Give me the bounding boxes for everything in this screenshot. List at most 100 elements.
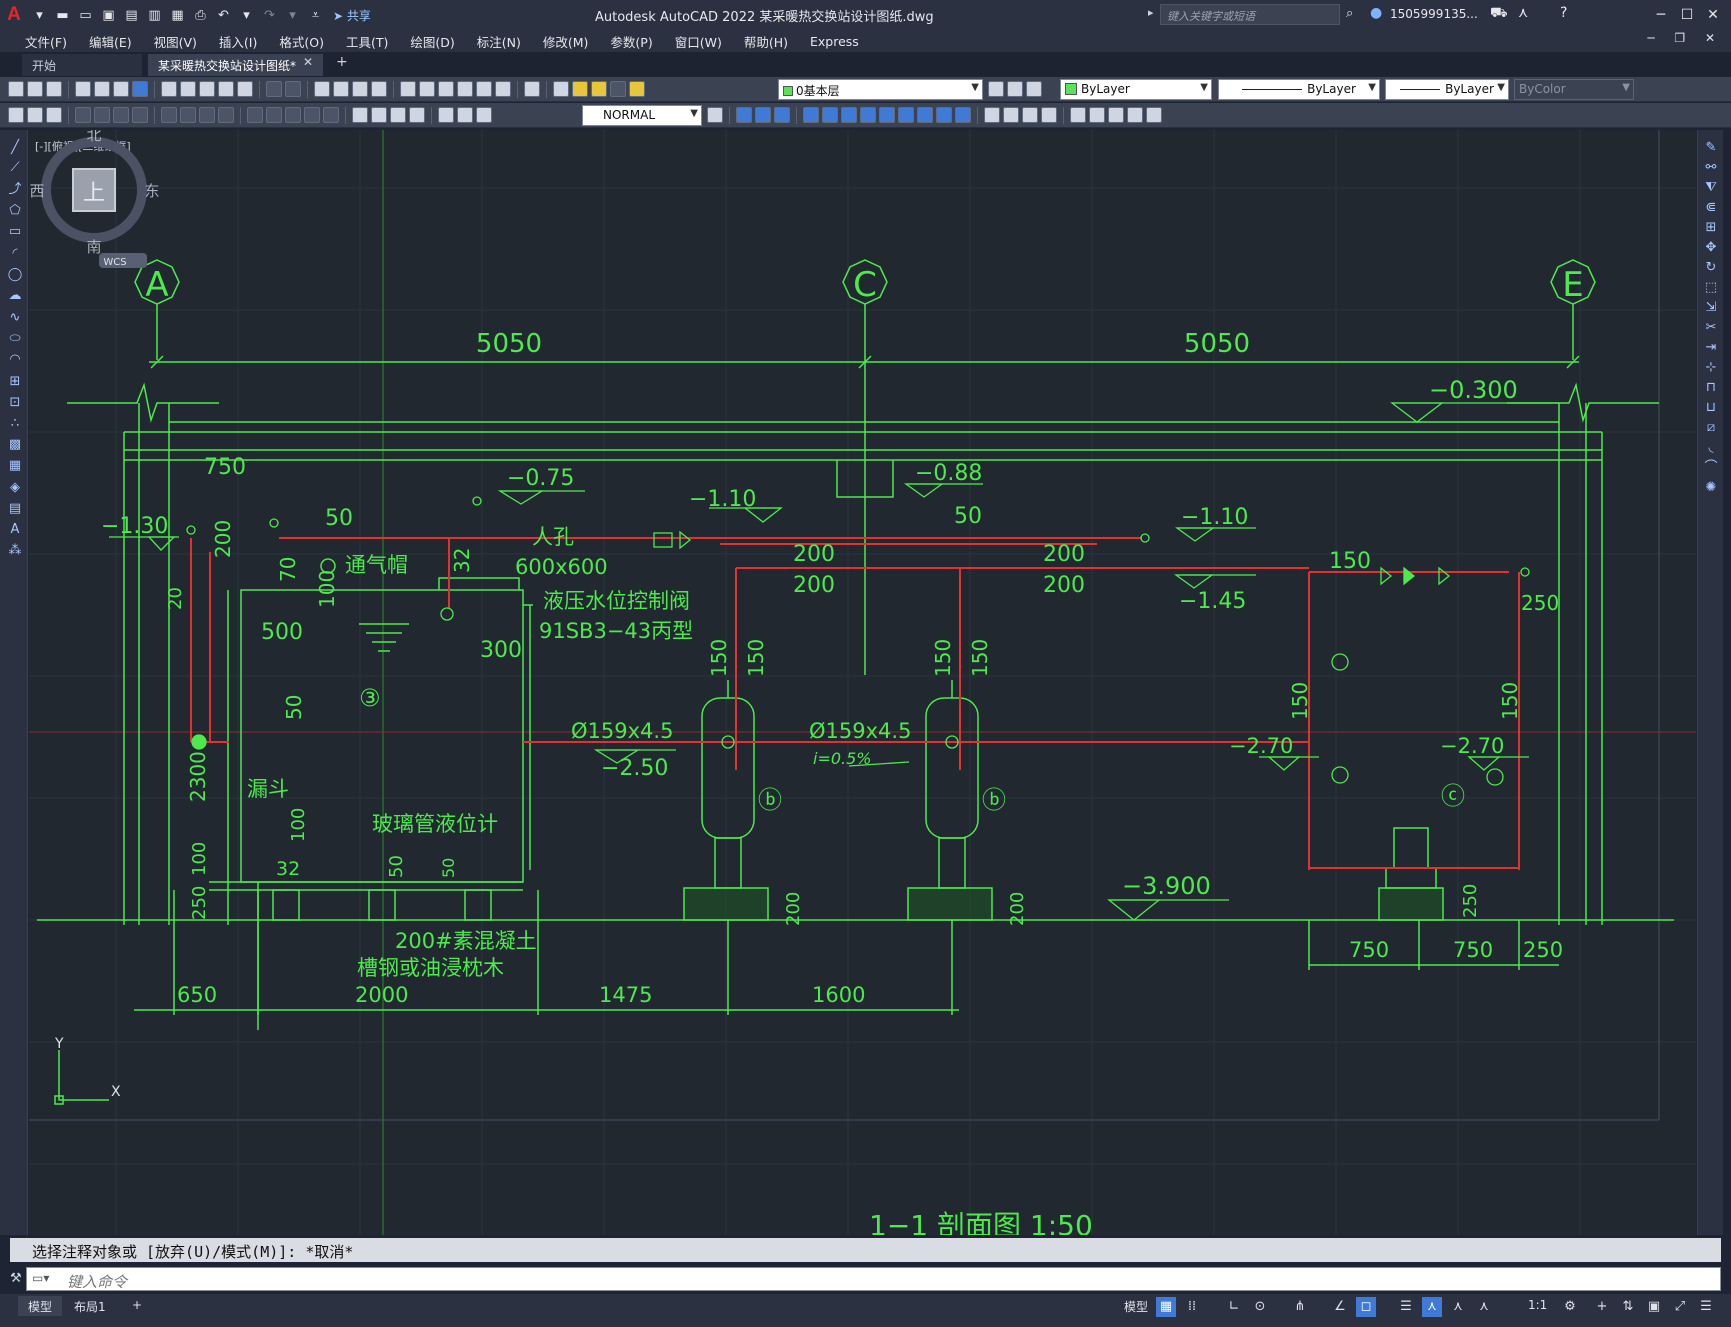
app-menu-dropdown-icon[interactable]: ▾ xyxy=(31,7,48,24)
tab-start[interactable]: 开始 xyxy=(22,54,142,76)
scale-icon[interactable] xyxy=(879,107,895,123)
search-input[interactable]: 键入关键字或短语 xyxy=(1160,4,1340,25)
close-tab-icon[interactable]: ✕ xyxy=(303,55,313,69)
customize-qat-icon[interactable]: ⩡ xyxy=(307,7,324,24)
customize-wrench-icon[interactable]: ⚒ xyxy=(10,1271,22,1286)
layer-select[interactable]: 0基本层 ▼ xyxy=(778,79,983,100)
undo-tool-icon[interactable] xyxy=(266,81,282,97)
menu-window[interactable]: 窗口(W) xyxy=(664,32,733,51)
image-icon[interactable] xyxy=(1127,107,1143,123)
export-icon[interactable]: ▦ xyxy=(169,7,186,24)
fillet-icon[interactable] xyxy=(1022,107,1038,123)
lineweight-select[interactable]: ByLayer ▼ xyxy=(1385,79,1509,100)
lineweight-toggle-icon[interactable]: ☰ xyxy=(1396,1297,1416,1317)
ellipse-icon[interactable]: ⬭ xyxy=(7,331,23,347)
text-order-icon[interactable] xyxy=(27,107,43,123)
construction-line-icon[interactable]: ⟋ xyxy=(7,160,23,176)
menu-file[interactable]: 文件(F) xyxy=(14,32,78,51)
save-icon[interactable]: ▣ xyxy=(100,7,117,24)
insert-block-icon[interactable] xyxy=(1070,107,1086,123)
inspection-icon[interactable] xyxy=(390,107,406,123)
insert-block-tool-icon[interactable]: ⊞ xyxy=(7,374,23,390)
annotation-scale-select[interactable]: 1:1 xyxy=(1528,1298,1547,1312)
explode-icon[interactable] xyxy=(1041,107,1057,123)
tab-drawing[interactable]: 某采暖热交换站设计图纸* xyxy=(148,54,323,76)
erase-icon[interactable] xyxy=(736,107,752,123)
dim-update-icon[interactable] xyxy=(476,107,492,123)
make-block-tool-icon[interactable]: ⊡ xyxy=(7,395,23,411)
dim-space-icon[interactable] xyxy=(304,107,320,123)
menu-insert[interactable]: 插入(I) xyxy=(208,32,268,51)
copy-tool-icon[interactable]: ⚯ xyxy=(1703,160,1719,176)
saveas-icon[interactable]: ▤ xyxy=(123,7,140,24)
layer-lock-icon[interactable] xyxy=(629,81,645,97)
sheet-set-icon[interactable] xyxy=(457,81,473,97)
jogged-linear-icon[interactable] xyxy=(409,107,425,123)
scale-tool-icon[interactable]: ⬚ xyxy=(1703,280,1719,296)
object-snap-tracking-icon[interactable]: ∠ xyxy=(1330,1297,1350,1317)
autocad-logo-icon[interactable]: A xyxy=(0,1,28,29)
dimstyle-select[interactable]: NORMAL ▼ xyxy=(582,105,702,126)
erase-tool-icon[interactable]: ✎ xyxy=(1703,140,1719,156)
dim-style-manager-icon[interactable] xyxy=(707,107,723,123)
dim-text-edit-icon[interactable] xyxy=(457,107,473,123)
ordinate-dim-icon[interactable] xyxy=(132,107,148,123)
workspace-gear-icon[interactable]: ⚙ xyxy=(1560,1297,1580,1317)
table-icon[interactable]: ▤ xyxy=(7,501,23,517)
hatch-icon[interactable]: ▩ xyxy=(7,437,23,453)
mirror-tool-icon[interactable]: ⧨ xyxy=(1703,180,1719,196)
recent-commands-icon[interactable]: ▭▾ xyxy=(32,1271,49,1285)
gradient-icon[interactable]: ▦ xyxy=(7,458,23,474)
snap-mode-icon[interactable]: ⁞⁞ xyxy=(1182,1297,1202,1317)
customize-status-icon[interactable]: ☰ xyxy=(1696,1297,1716,1317)
revcloud-icon[interactable]: ☁ xyxy=(7,288,23,304)
region-icon[interactable]: ◈ xyxy=(7,480,23,496)
plotstyle-select[interactable]: ByColor ▼ xyxy=(1514,79,1634,100)
user-name[interactable]: 1505999135... xyxy=(1390,7,1478,21)
aligned-dim-icon[interactable] xyxy=(94,107,110,123)
redo-dropdown-icon[interactable]: ▾ xyxy=(284,7,301,24)
menu-edit[interactable]: 编辑(E) xyxy=(78,32,143,51)
cart-icon[interactable]: ⛟ xyxy=(1490,5,1508,23)
chamfer-tool-icon[interactable]: ⧄ xyxy=(1703,420,1719,436)
3d-dwf-icon[interactable] xyxy=(132,81,148,97)
circle-icon[interactable]: ◯ xyxy=(7,267,23,283)
cut-icon[interactable] xyxy=(161,81,177,97)
join-tool-icon[interactable]: ⊔ xyxy=(1703,400,1719,416)
save-web-icon[interactable]: ▥ xyxy=(146,7,163,24)
units-icon[interactable]: ⇅ xyxy=(1618,1297,1638,1317)
copy-object-icon[interactable] xyxy=(755,107,771,123)
redo-tool-icon[interactable] xyxy=(285,81,301,97)
multiline-text-icon[interactable]: A xyxy=(7,522,23,538)
new-icon[interactable]: ▬ xyxy=(54,7,71,24)
match-properties-icon[interactable] xyxy=(218,81,234,97)
auto-scale-icon[interactable]: ⋏ xyxy=(1474,1297,1494,1317)
design-center-icon[interactable] xyxy=(419,81,435,97)
publish-icon[interactable] xyxy=(113,81,129,97)
layer-viewport-icon[interactable] xyxy=(610,81,626,97)
layer-freeze-icon[interactable] xyxy=(591,81,607,97)
spline-icon[interactable]: ∿ xyxy=(7,310,23,326)
add-selected-icon[interactable]: ⁂ xyxy=(7,543,23,559)
make-block-icon[interactable] xyxy=(1089,107,1105,123)
trim-tool-icon[interactable]: ✂ xyxy=(1703,320,1719,336)
toolbar-help-icon[interactable] xyxy=(524,81,540,97)
chamfer-icon[interactable] xyxy=(1003,107,1019,123)
dim-break-icon[interactable] xyxy=(323,107,339,123)
draw-order-icon[interactable] xyxy=(8,107,24,123)
zoom-realtime-icon[interactable] xyxy=(333,81,349,97)
baseline-dim-icon[interactable] xyxy=(266,107,282,123)
ellipse-arc-icon[interactable]: ◠ xyxy=(7,352,23,368)
search-icon[interactable]: ⌕ xyxy=(1346,6,1353,21)
annotation-visibility-icon[interactable]: ⋏ xyxy=(1448,1297,1468,1317)
menu-help[interactable]: 帮助(H) xyxy=(733,32,799,51)
jogged-dim-icon[interactable] xyxy=(180,107,196,123)
extend-tool-icon[interactable]: ⇥ xyxy=(1703,340,1719,356)
dim-edit-icon[interactable] xyxy=(438,107,454,123)
menu-tools[interactable]: 工具(T) xyxy=(335,32,399,51)
linear-dim-icon[interactable] xyxy=(75,107,91,123)
paste-icon[interactable] xyxy=(199,81,215,97)
center-mark-icon[interactable] xyxy=(371,107,387,123)
menu-parametric[interactable]: 参数(P) xyxy=(599,32,663,51)
properties-icon[interactable] xyxy=(400,81,416,97)
